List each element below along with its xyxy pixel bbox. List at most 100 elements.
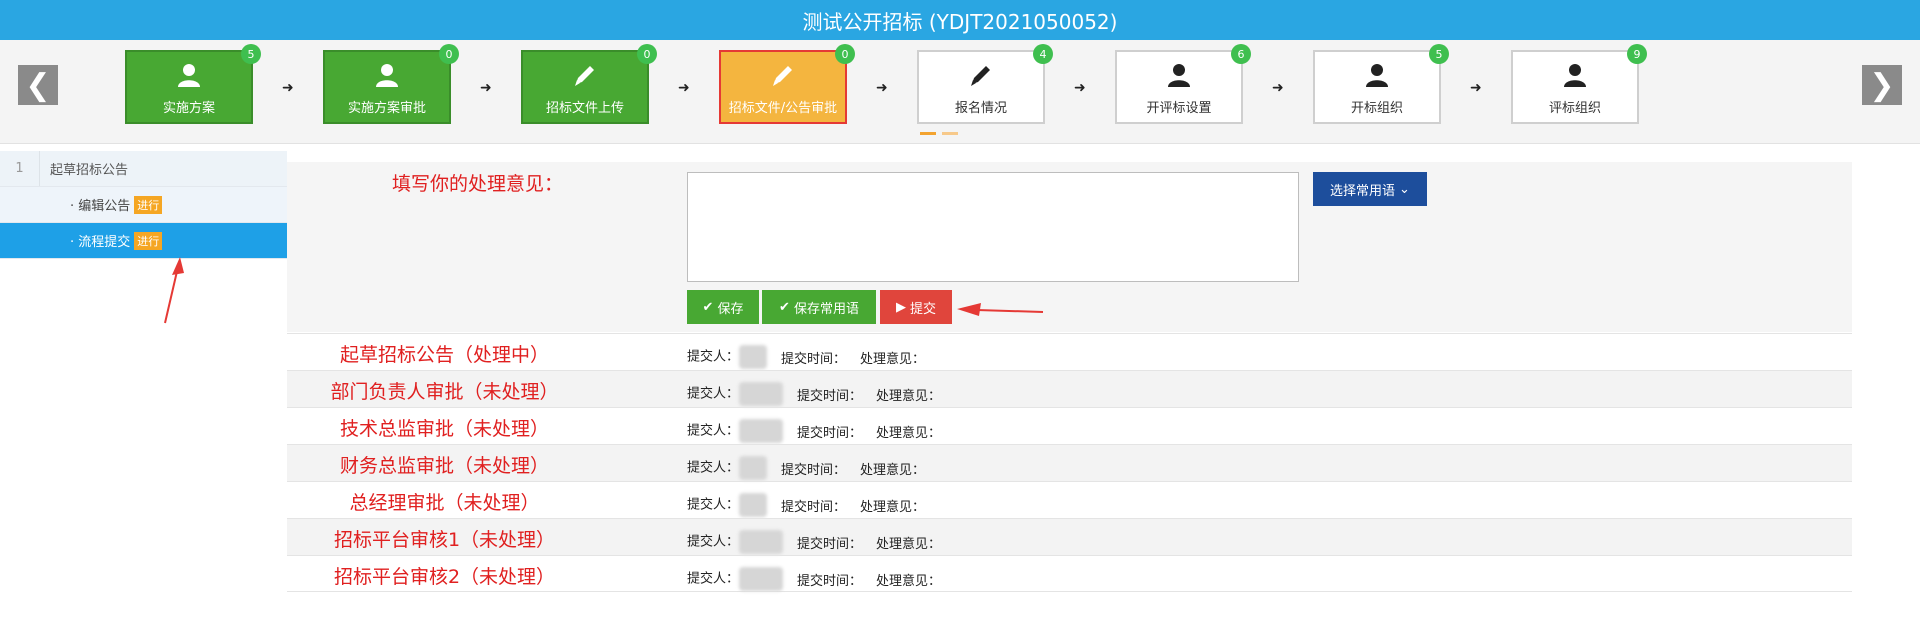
user-icon [1315,62,1439,90]
opinion-value-label: 处理意见： [860,499,926,515]
window-title: 测试公开招标 (YDJT2021050052) [0,0,1920,40]
step-evaluation-organization[interactable]: 评标组织 9 [1511,44,1647,124]
annotation-arrow-icon [164,257,184,324]
user-icon [127,62,251,90]
pencil-icon [721,62,845,90]
step-label: 开评标设置 [1146,101,1212,116]
sidebar-item-label: · 流程提交 [70,235,131,250]
redacted-name [739,567,784,591]
record-title: 部门负责人审批（未处理） [330,381,559,403]
step-label: 实施方案审批 [347,101,426,116]
record-meta: 提交人： 提交时间： 处理意见： [687,567,941,591]
group-title: 起草招标公告 [50,163,129,178]
check-icon: ✔ [702,299,714,314]
step-tender-file-upload[interactable]: 招标文件上传 0 [521,44,657,124]
user-icon [325,62,449,90]
record-meta: 提交人： 提交时间： 处理意见： [687,419,941,443]
arrow-right-icon: ➜ [876,80,888,96]
redacted-name [739,382,784,406]
record-meta: 提交人： 提交时间： 处理意见： [687,493,925,517]
step-label: 评标组织 [1548,101,1601,116]
step-count-badge: 9 [1627,44,1647,64]
opinion-value-label: 处理意见： [876,536,942,552]
opinion-value-label: 处理意见： [860,351,926,367]
approval-record-row: 招标平台审核1（未处理） 提交人： 提交时间： 处理意见： [287,518,1852,555]
sidebar-item-submit-process[interactable]: · 流程提交 进行 [0,223,287,259]
submit-time-label: 提交时间： [781,462,847,478]
step-count-badge: 4 [1033,44,1053,64]
next-step-button[interactable]: ❯ [1862,65,1902,105]
opinion-value-label: 处理意见： [876,425,942,441]
user-icon [1117,62,1241,90]
status-badge: 进行 [134,195,163,214]
prev-step-button[interactable]: ❮ [18,65,58,105]
approval-record-row: 技术总监审批（未处理） 提交人： 提交时间： 处理意见： [287,407,1852,444]
user-icon [1513,62,1637,90]
step-count-badge: 5 [1429,44,1449,64]
approval-record-row: 总经理审批（未处理） 提交人： 提交时间： 处理意见： [287,481,1852,518]
process-sidebar: 1 起草招标公告 · 编辑公告 进行 · 流程提交 进行 [0,151,287,259]
arrow-right-icon: ➜ [480,80,492,96]
redacted-name [739,345,768,369]
submitter-label: 提交人： [687,530,784,554]
step-bid-opening-settings[interactable]: 开评标设置 6 [1115,44,1251,124]
record-title: 招标平台审核1（未处理） [333,529,556,551]
save-label: 保存 [717,300,744,316]
arrow-right-icon: ➜ [1074,80,1086,96]
step-count-badge: 0 [637,44,657,64]
opinion-textarea[interactable] [687,172,1299,282]
step-count-badge: 5 [241,44,261,64]
step-implementation-plan[interactable]: 实施方案 5 [125,44,261,124]
sidebar-item-label: · 编辑公告 [70,199,131,214]
record-meta: 提交人： 提交时间： 处理意见： [687,345,925,369]
chevron-down-icon: ⌄ [1399,181,1410,196]
sidebar-item-edit-notice[interactable]: · 编辑公告 进行 [0,187,287,223]
carousel-dot[interactable] [942,132,958,135]
carousel-dot[interactable] [920,132,936,135]
opinion-form: 填写你的处理意见： 选择常用语 ⌄ ✔ 保存 ✔ 保存常用语 ▶ 提交 [287,162,1852,332]
save-common-phrase-button[interactable]: ✔ 保存常用语 [762,290,876,324]
step-count-badge: 6 [1231,44,1251,64]
opinion-label: 填写你的处理意见： [392,173,564,195]
step-bid-opening-organization[interactable]: 开标组织 5 [1313,44,1449,124]
record-meta: 提交人： 提交时间： 处理意见： [687,530,941,554]
check-icon: ✔ [779,299,790,314]
record-title: 技术总监审批（未处理） [339,418,549,440]
choose-phrase-button[interactable]: 选择常用语 ⌄ [1313,172,1427,206]
opinion-value-label: 处理意见： [860,462,926,478]
submit-time-label: 提交时间： [797,573,863,589]
record-title: 总经理审批（未处理） [349,492,540,514]
submit-time-label: 提交时间： [781,351,847,367]
save-button[interactable]: ✔ 保存 [687,290,759,324]
step-label: 实施方案 [162,101,215,116]
approval-record-row: 起草招标公告（处理中） 提交人： 提交时间： 处理意见： [287,333,1852,370]
record-meta: 提交人： 提交时间： 处理意见： [687,456,925,480]
play-icon: ▶ [895,299,906,314]
approval-record-row: 招标平台审核2（未处理） 提交人： 提交时间： 处理意见： [287,555,1852,592]
step-implementation-plan-approval[interactable]: 实施方案审批 0 [323,44,459,124]
submit-label: 提交 [909,300,936,316]
status-badge: 进行 [134,231,163,250]
submitter-label: 提交人： [687,456,768,480]
step-tender-file-approval[interactable]: 招标文件/公告审批 0 [719,44,855,124]
redacted-name [739,419,784,443]
step-label: 招标文件/公告审批 [728,101,838,116]
step-count-badge: 0 [439,44,459,64]
submit-time-label: 提交时间： [797,425,863,441]
arrow-right-icon: ➜ [1272,80,1284,96]
arrow-right-icon: ➜ [678,80,690,96]
step-count-badge: 0 [835,44,855,64]
step-strip: ❮ 实施方案 5 ➜ 实施方案审批 0 ➜ 招标文件上传 0 ➜ 招标文件/公告… [0,40,1920,144]
submit-button[interactable]: ▶ 提交 [880,290,952,324]
redacted-name [739,456,768,480]
submitter-label: 提交人： [687,345,768,369]
arrow-right-icon: ➜ [282,80,294,96]
submitter-label: 提交人： [687,419,784,443]
step-label: 招标文件上传 [545,101,624,116]
submitter-label: 提交人： [687,567,784,591]
sidebar-group: 1 起草招标公告 [0,151,287,187]
step-registration-status[interactable]: 报名情况 4 [917,44,1053,124]
record-title: 财务总监审批（未处理） [339,455,549,477]
arrow-right-icon: ➜ [1470,80,1482,96]
record-meta: 提交人： 提交时间： 处理意见： [687,382,941,406]
